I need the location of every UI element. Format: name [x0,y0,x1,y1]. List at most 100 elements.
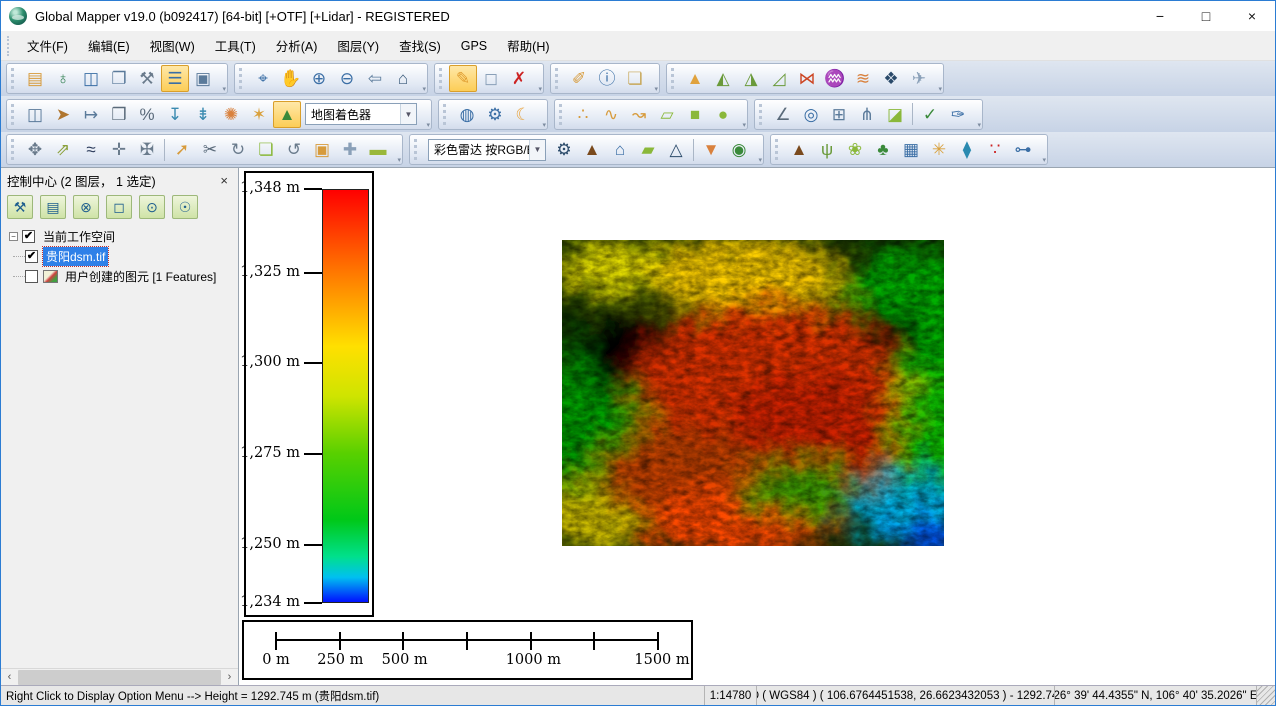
show-elevation-legend-button[interactable]: ▲ [681,65,709,92]
validate-feature-button[interactable]: ✓ [916,101,944,128]
lidar-show-water-button[interactable]: ⧫ [953,136,981,163]
layer-label[interactable]: 当前工作空间 [40,227,118,246]
menu-help[interactable]: 帮助(H) [497,32,559,59]
layer-checkbox[interactable] [25,269,38,283]
menu-edit[interactable]: 编辑(E) [78,32,140,59]
panel-horizontal-scrollbar[interactable]: ‹ › [1,668,238,685]
lidar-show-unclassified-button[interactable]: ⊶ [1009,136,1037,163]
lidar-auto-classify-button[interactable]: ⚙ [550,136,578,163]
lidar-classify-ground-button[interactable]: ▲ [578,136,606,163]
slope-shader-button[interactable]: % [133,101,161,128]
select-rectangle-button[interactable]: ◻ [477,65,505,92]
resize-grip[interactable] [1257,686,1275,705]
water-level-rise-button[interactable]: ↧ [161,101,189,128]
clear-selection-button[interactable]: ✗ [505,65,533,92]
lidar-show-buildings-button[interactable]: ▦ [897,136,925,163]
layer-checkbox[interactable]: ✔ [25,249,38,263]
compare-terrain-layers-button[interactable]: ≋ [849,65,877,92]
close-button[interactable]: × [1229,1,1275,31]
lidar-show-medium-vegetation-button[interactable]: ❀ [841,136,869,163]
map-view[interactable]: 1,348 m 1,325 m 1,300 m 1,275 m 1,250 m 1,234… [239,167,1275,685]
create-line-by-angle-button[interactable]: ∠ [769,101,797,128]
create-grid-button[interactable]: ⊞ [825,101,853,128]
digitizer-tool-button[interactable]: ✎ [449,65,477,92]
water-level-drop-button[interactable]: ⇟ [189,101,217,128]
lidar-show-noise-button[interactable]: ∵ [981,136,1009,163]
pan-tool-button[interactable]: ✋ [277,65,305,92]
menu-layer[interactable]: 图层(Y) [327,32,389,59]
split-line-button[interactable]: ✂ [196,136,224,163]
menu-tools[interactable]: 工具(T) [205,32,266,59]
layer-options-button[interactable]: ⚒ [7,195,33,219]
lidar-create-tin-button[interactable]: △ [662,136,690,163]
crop-features-button[interactable]: ✚ [336,136,364,163]
move-vertex-button[interactable]: ✛ [105,136,133,163]
view-shed-analysis-button[interactable]: ◮ [737,65,765,92]
menu-search[interactable]: 查找(S) [389,32,451,59]
menu-view[interactable]: 视图(W) [140,32,205,59]
dsm-raster-image[interactable] [562,240,944,546]
close-layer-button[interactable]: ⊗ [73,195,99,219]
zoom-to-layer-button[interactable]: ⊙ [139,195,165,219]
create-line-button[interactable]: ∿ [597,101,625,128]
eraser-tool-button[interactable]: ▬ [364,136,392,163]
duplicate-feature-button[interactable]: ❏ [252,136,280,163]
lidar-filter-button[interactable]: ▼ [697,136,725,163]
custom-shader-settings-button[interactable]: ✺ [217,101,245,128]
overview-map-button[interactable]: ▣ [189,65,217,92]
scrollbar-thumb[interactable] [18,669,221,685]
attribute-brush-button[interactable]: ✑ [944,101,972,128]
create-range-rings-button[interactable]: ◎ [797,101,825,128]
move-feature-button[interactable]: ✥ [21,136,49,163]
menu-analysis[interactable]: 分析(A) [266,32,328,59]
terrain-shader-button[interactable]: ▲ [273,100,301,128]
create-rectangle-button[interactable]: ■ [681,101,709,128]
lidar-color-picker-button[interactable]: ◉ [725,136,753,163]
watershed-analysis-button[interactable]: ♒ [821,65,849,92]
open-file-button[interactable]: ▤ [21,65,49,92]
copy-features-button[interactable]: ▣ [308,136,336,163]
create-freehand-button[interactable]: ↝ [625,101,653,128]
fly-through-button[interactable]: ✈ [905,65,933,92]
show-graticule-button[interactable]: ◍ [453,101,481,128]
tree-expander-icon[interactable]: − [9,231,18,241]
layer-checkbox[interactable]: ✔ [22,229,35,243]
control-center-button[interactable]: ☰ [161,65,189,92]
online-source-config-button[interactable]: ⚙ [481,101,509,128]
reshape-feature-button[interactable]: ≈ [77,136,105,163]
lidar-show-ground-button[interactable]: ▲ [785,136,813,163]
map-layout-button[interactable]: ❐ [105,65,133,92]
split-view-button[interactable]: ◫ [21,101,49,128]
create-point-button[interactable]: ∴ [569,101,597,128]
menu-gps[interactable]: GPS [451,35,497,57]
dock-panel-button[interactable]: ↦ [77,101,105,128]
scroll-right-icon[interactable]: › [221,669,238,686]
lidar-draw-mode-combo[interactable]: 彩色雷达 按RGB/Elev▼ [428,138,546,161]
path-profile-button[interactable]: ◿ [765,65,793,92]
previous-view-button[interactable]: ⇦ [361,65,389,92]
menu-file[interactable]: 文件(F) [17,32,78,59]
scale-feature-button[interactable]: ⇗ [49,136,77,163]
save-workspace-button[interactable]: ◫ [77,65,105,92]
rotate-vertices-button[interactable]: ↻ [224,136,252,163]
layer-label[interactable]: 用户创建的图元 [1 Features] [62,267,219,286]
paint-area-button[interactable]: ◪ [881,101,909,128]
chevron-down-icon[interactable]: ▼ [529,139,545,160]
rotate-feature-button[interactable]: ↺ [280,136,308,163]
online-maps-button[interactable]: ☾ [509,101,537,128]
lidar-classify-vegetation-button[interactable]: ▰ [634,136,662,163]
lidar-show-high-vegetation-button[interactable]: ♣ [869,136,897,163]
crop-layer-button[interactable]: ◻ [106,195,132,219]
gps-pointer-button[interactable]: ➤ [49,101,77,128]
measure-tool-button[interactable]: ✐ [565,65,593,92]
create-area-button[interactable]: ▱ [653,101,681,128]
picture-search-button[interactable]: ❏ [621,65,649,92]
raster-palette-button[interactable]: ❖ [877,65,905,92]
lidar-classify-buildings-button[interactable]: ⌂ [606,136,634,163]
layer-metadata-button[interactable]: ▤ [40,195,66,219]
configuration-button[interactable]: ⚒ [133,65,161,92]
lidar-show-powerlines-button[interactable]: ✳ [925,136,953,163]
extend-line-button[interactable]: ➚ [168,136,196,163]
minimize-button[interactable]: − [1137,1,1183,31]
tree-item-workspace[interactable]: − ✔ 当前工作空间 [3,226,236,246]
